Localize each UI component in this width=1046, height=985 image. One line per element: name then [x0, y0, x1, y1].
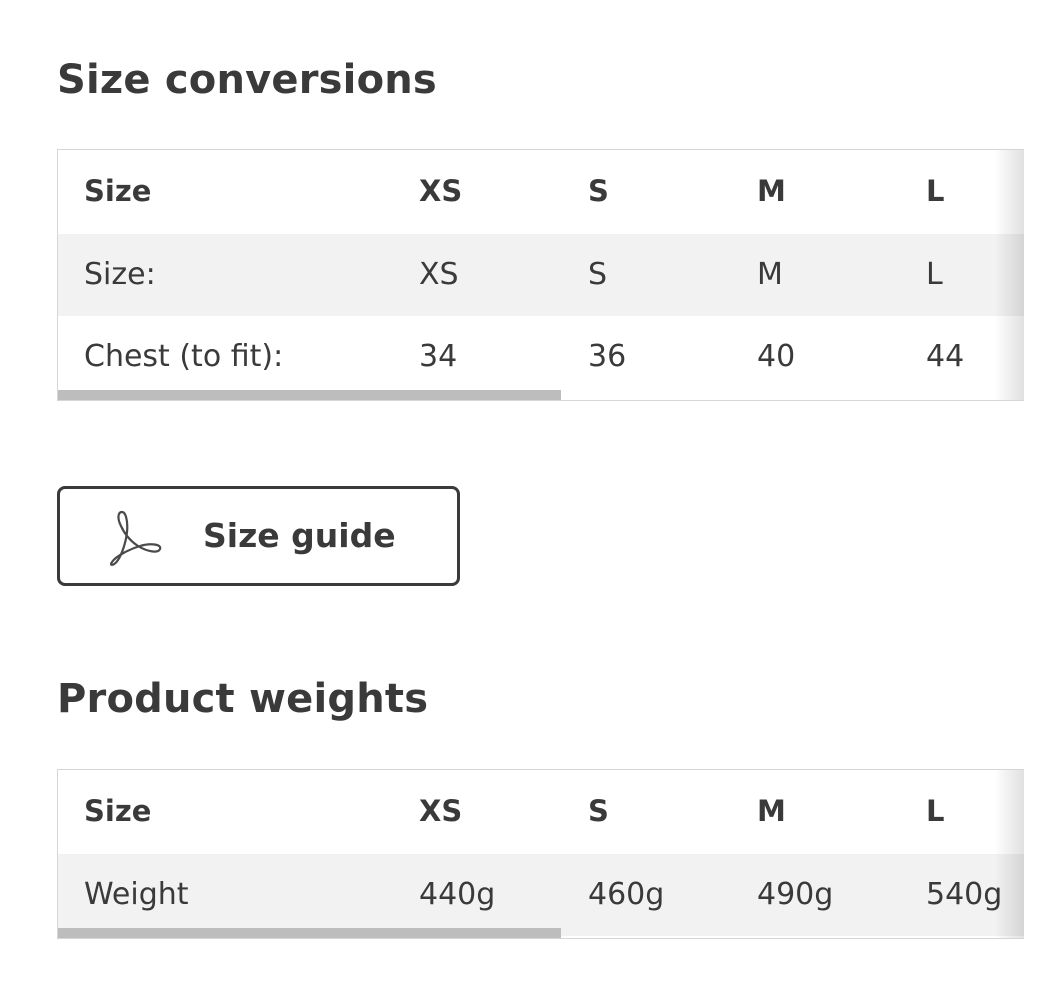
table-cell: 44	[926, 339, 965, 374]
size-conversions-table[interactable]: Size XS S M L Size: XS S M L Chest (to f…	[57, 149, 1024, 401]
table-cell: 460g	[588, 877, 665, 912]
header-cell: L	[926, 794, 945, 828]
header-cell: M	[757, 794, 786, 828]
table-cell: S	[588, 257, 608, 292]
header-cell: M	[757, 174, 786, 208]
header-cell: Size	[84, 174, 152, 208]
table-cell: 440g	[419, 877, 496, 912]
table-row: Weight 440g 460g 490g 540g	[58, 854, 1024, 936]
pdf-icon	[110, 510, 162, 566]
table-cell: 490g	[757, 877, 834, 912]
row-label: Size:	[84, 257, 156, 292]
row-label: Chest (to fit):	[84, 339, 284, 374]
size-guide-button[interactable]: Size guide	[57, 486, 460, 586]
table-row: Chest (to fit): 34 36 40 44	[58, 316, 1024, 398]
header-cell: S	[588, 174, 609, 208]
table-header-row: Size XS S M L	[58, 150, 1024, 232]
table-cell: L	[926, 257, 943, 292]
table-header-row: Size XS S M L	[58, 770, 1024, 852]
size-guide-label: Size guide	[203, 516, 396, 555]
horizontal-scrollbar[interactable]	[58, 390, 561, 400]
header-cell: S	[588, 794, 609, 828]
table-cell: XS	[419, 257, 459, 292]
product-weights-table[interactable]: Size XS S M L Weight 440g 460g 490g 540g	[57, 769, 1024, 939]
table-cell: M	[757, 257, 783, 292]
header-cell: XS	[419, 174, 463, 208]
size-conversions-heading: Size conversions	[57, 57, 437, 103]
table-cell: 540g	[926, 877, 1003, 912]
product-weights-heading: Product weights	[57, 676, 429, 722]
table-row: Size: XS S M L	[58, 234, 1024, 316]
header-cell: L	[926, 174, 945, 208]
table-cell: 34	[419, 339, 458, 374]
header-cell: XS	[419, 794, 463, 828]
horizontal-scrollbar[interactable]	[58, 928, 561, 938]
table-cell: 36	[588, 339, 627, 374]
row-label: Weight	[84, 877, 189, 912]
table-cell: 40	[757, 339, 796, 374]
header-cell: Size	[84, 794, 152, 828]
